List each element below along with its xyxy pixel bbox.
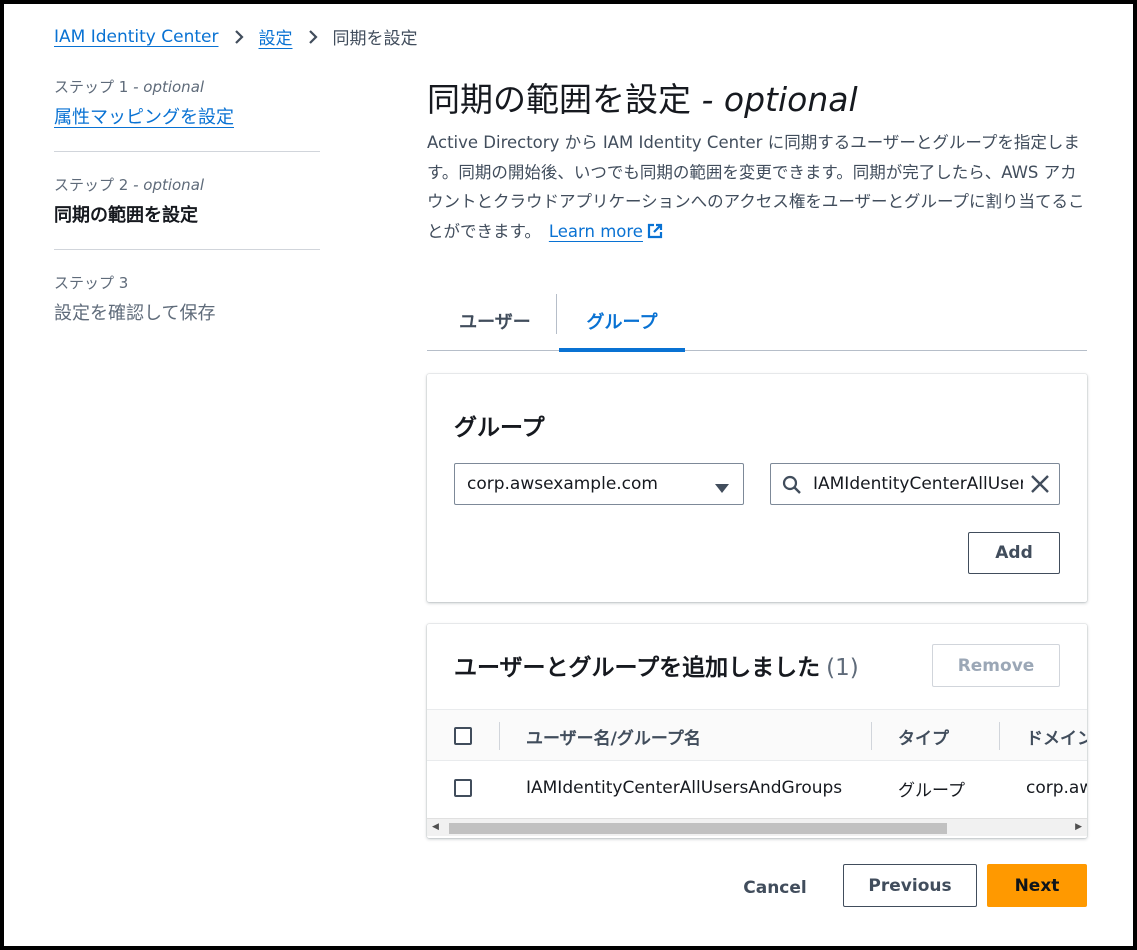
step-1-link[interactable]: 属性マッピングを設定: [54, 103, 320, 129]
column-header-domain[interactable]: ドメイン: [1026, 710, 1087, 762]
tab-groups[interactable]: グループ: [559, 290, 685, 352]
table-header: ユーザー名/グループ名 タイプ ドメイン: [427, 709, 1087, 761]
chevron-right-icon: [307, 29, 319, 45]
column-header-type[interactable]: タイプ: [898, 710, 949, 762]
tab-users[interactable]: ユーザー: [435, 290, 555, 351]
added-items-panel: ユーザーとグループを追加しました (1) Remove ユーザー名/グループ名 タ…: [427, 624, 1087, 838]
table-row: IAMIdentityCenterAllUsersAndGroups グループ …: [427, 761, 1087, 815]
page-title: 同期の範囲を設定 - optional: [427, 80, 858, 119]
cell-domain: corp.awsexample.com: [1026, 778, 1087, 798]
previous-button[interactable]: Previous: [843, 864, 977, 907]
select-all-checkbox[interactable]: [454, 727, 472, 745]
cell-type: グループ: [898, 780, 965, 801]
step-label: ステップ 3: [54, 274, 129, 292]
step-1: ステップ 1 - optional 属性マッピングを設定: [54, 76, 320, 151]
step-label: ステップ 2 - optional: [54, 176, 205, 194]
chevron-right-icon: [233, 29, 245, 45]
breadcrumb-link-iam-identity-center[interactable]: IAM Identity Center: [54, 27, 219, 47]
column-header-name[interactable]: ユーザー名/グループ名: [526, 710, 701, 762]
breadcrumb-current: 同期を設定: [332, 29, 418, 49]
next-button[interactable]: Next: [987, 864, 1087, 907]
step-2: ステップ 2 - optional 同期の範囲を設定: [54, 151, 320, 249]
main-content: 同期の範囲を設定 - optional Active Directory から …: [427, 76, 1087, 249]
domain-select-value: corp.awsexample.com: [467, 474, 658, 494]
page-description: Active Directory から IAM Identity Center …: [427, 128, 1087, 249]
clear-icon[interactable]: [1030, 474, 1050, 498]
panel-heading: グループ: [454, 415, 545, 441]
learn-more-link[interactable]: Learn more: [549, 222, 664, 241]
wizard-steps-nav: ステップ 1 - optional 属性マッピングを設定 ステップ 2 - op…: [54, 76, 320, 347]
group-select-panel: グループ corp.awsexample.com Add: [427, 374, 1087, 602]
scroll-left-icon[interactable]: ◀: [432, 822, 439, 832]
scroll-right-icon[interactable]: ▶: [1075, 822, 1082, 832]
column-divider: [871, 722, 872, 750]
group-search-field: [770, 463, 1060, 505]
step-label: ステップ 1 - optional: [54, 78, 205, 96]
tab-divider: [556, 294, 557, 334]
scrollbar-thumb[interactable]: [449, 823, 947, 834]
row-checkbox[interactable]: [454, 779, 472, 797]
breadcrumb-link-settings[interactable]: 設定: [259, 24, 293, 49]
search-icon: [782, 475, 802, 499]
external-link-icon: [646, 220, 664, 250]
cancel-button[interactable]: Cancel: [730, 867, 820, 909]
column-divider: [499, 722, 500, 750]
add-button[interactable]: Add: [968, 532, 1060, 574]
added-items-title: ユーザーとグループを追加しました (1): [454, 655, 859, 681]
tab-list: ユーザー グループ: [427, 290, 1087, 352]
group-search-input[interactable]: [813, 470, 1023, 498]
step-3-title: 設定を確認して保存: [54, 303, 216, 324]
remove-button[interactable]: Remove: [932, 644, 1060, 687]
horizontal-scrollbar[interactable]: ◀ ▶: [427, 818, 1087, 836]
domain-select[interactable]: corp.awsexample.com: [454, 463, 744, 505]
added-items-count: (1): [826, 655, 859, 681]
caret-down-icon: [715, 479, 729, 499]
step-3: ステップ 3 設定を確認して保存: [54, 249, 320, 347]
breadcrumb: IAM Identity Center 設定 同期を設定: [54, 24, 418, 50]
cell-name: IAMIdentityCenterAllUsersAndGroups: [526, 778, 843, 798]
column-divider: [999, 722, 1000, 750]
page-frame: IAM Identity Center 設定 同期を設定 ステップ 1 - op…: [4, 4, 1133, 946]
step-2-title-current: 同期の範囲を設定: [54, 205, 198, 226]
